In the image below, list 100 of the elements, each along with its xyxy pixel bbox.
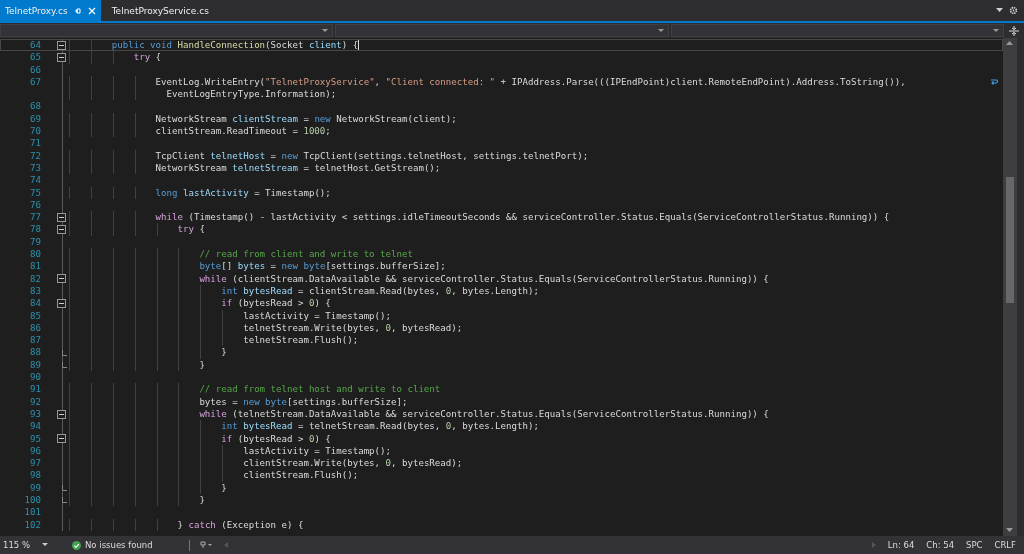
vertical-scrollbar[interactable] — [1003, 38, 1017, 536]
code-line: } — [198, 358, 205, 371]
line-number: 73 — [29, 161, 41, 175]
code-line: if (bytesRead > 0) { — [220, 297, 331, 310]
code-line: int bytesRead = clientStream.Read(bytes, 0, bytes.Length); — [220, 284, 539, 298]
line-number: 96 — [29, 444, 41, 458]
line-number: 102 — [23, 518, 41, 531]
line-number: 69 — [29, 112, 41, 126]
issues-status[interactable]: No issues found — [85, 540, 153, 550]
code-line: // read from telnet host and write to client — [198, 383, 441, 396]
code-line: lastActivity = Timestamp(); — [242, 444, 392, 458]
line-number: 101 — [23, 506, 41, 519]
line-number: 88 — [29, 346, 41, 359]
collapse-icon[interactable] — [57, 409, 66, 419]
code-line: if (bytesRead > 0) { — [220, 432, 331, 445]
code-line: telnetStream.Flush(); — [242, 334, 359, 347]
collapse-icon[interactable] — [57, 298, 66, 308]
file-tab[interactable]: TelnetProxyService.cs — [106, 0, 214, 21]
line-number: 78 — [29, 223, 41, 236]
indentation-indicator[interactable]: SPC — [966, 540, 983, 550]
code-line: int bytesRead = telnetStream.Read(bytes, 0, bytes.Length); — [220, 420, 539, 433]
caret-icon — [42, 543, 48, 547]
code-line: telnetStream.Write(bytes, 0, bytesRead); — [242, 321, 463, 335]
code-line: clientStream.ReadTimeout = 1000; — [154, 125, 331, 138]
line-number: 85 — [29, 309, 41, 322]
line-number: 81 — [29, 260, 41, 273]
line-number: 98 — [29, 469, 41, 482]
line-number: 86 — [29, 321, 41, 335]
line-number: 89 — [29, 358, 41, 371]
line-number: 92 — [29, 395, 41, 408]
code-line: } — [220, 346, 227, 359]
line-number: 65 — [29, 51, 41, 64]
collapse-icon[interactable] — [57, 212, 66, 222]
line-number: 80 — [29, 248, 41, 261]
line-number: 87 — [29, 334, 41, 347]
code-line: try { — [132, 51, 162, 64]
line-number: 76 — [29, 198, 41, 212]
line-number: 75 — [29, 186, 41, 199]
collapse-icon[interactable] — [57, 274, 66, 284]
line-number: 83 — [29, 284, 41, 298]
line-number: 99 — [29, 481, 41, 494]
line-number: 66 — [29, 63, 41, 76]
file-tab[interactable]: TelnetProxy.cs — [0, 0, 101, 21]
line-endings-indicator[interactable]: CRLF — [994, 540, 1016, 550]
code-line: // read from client and write to telnet — [198, 248, 413, 261]
check-icon — [72, 540, 81, 550]
code-line: byte[] bytes = new byte[settings.bufferSize]; — [198, 260, 446, 273]
split-icon[interactable] — [1009, 25, 1019, 36]
line-number: 95 — [29, 432, 41, 445]
code-line: try { — [176, 223, 205, 236]
code-line: clientStream.Flush(); — [242, 469, 359, 482]
line-number: 71 — [29, 137, 41, 150]
code-line: bytes = new byte[settings.bufferSize]; — [198, 395, 408, 408]
line-number: 91 — [29, 383, 41, 396]
settings-icon[interactable] — [1009, 6, 1018, 15]
code-line: while (clientStream.DataAvailable && serviceController.Status.Equals(ServiceControllerStatus.Running)) { — [198, 272, 769, 285]
line-number: 82 — [29, 272, 41, 285]
code-line: EventLog.WriteEntry("TelnetProxyService", "Client connected: " + IPAddress.Parse(((IPEndPoint)client.RemoteEndPoint).Address.ToString()), — [154, 75, 906, 89]
scroll-up-icon[interactable] — [1006, 41, 1013, 45]
collapse-icon[interactable] — [57, 52, 66, 62]
code-line: EventLogEntryType.Information); — [165, 88, 337, 101]
collapse-icon[interactable] — [57, 434, 66, 444]
caret-icon — [322, 28, 329, 33]
line-number: 90 — [29, 371, 41, 384]
code-line: } catch (Exception e) { — [176, 518, 304, 531]
code-line: long lastActivity = Timestamp(); — [154, 186, 331, 199]
code-line: lastActivity = Timestamp(); — [242, 309, 392, 322]
code-line: } — [198, 494, 205, 507]
line-number: 70 — [29, 125, 41, 138]
caret-icon[interactable] — [996, 8, 1003, 13]
line-number: 93 — [29, 407, 41, 421]
line-number: 72 — [29, 149, 41, 162]
code-line: NetworkStream clientStream = new NetworkStream(client); — [154, 112, 457, 126]
scroll-down-icon[interactable] — [1006, 528, 1013, 532]
line-number: 68 — [29, 100, 41, 113]
line-number: 79 — [29, 235, 41, 249]
close-icon[interactable] — [87, 6, 96, 15]
line-number: 100 — [23, 494, 41, 507]
caret-icon — [993, 28, 999, 33]
code-line: TcpClient telnetHost = new TcpClient(settings.telnetHost, settings.telnetPort); — [154, 149, 589, 162]
collapse-icon[interactable] — [57, 40, 66, 50]
line-number: 64 — [29, 39, 41, 52]
code-line: while (Timestamp() - lastActivity < settings.idleTimeoutSeconds && serviceController.Status.Equals(ServiceControllerStatus.Running)) { — [154, 211, 890, 224]
line-number: 97 — [29, 457, 41, 470]
code-line: clientStream.Write(bytes, 0, bytesRead); — [242, 457, 463, 470]
code-line: } — [220, 481, 227, 494]
pin-icon[interactable] — [73, 6, 82, 15]
code-line: while (telnetStream.DataAvailable && serviceController.Status.Equals(ServiceControllerStatus.Running)) { — [198, 407, 769, 421]
column-indicator[interactable]: Ch: 54 — [926, 540, 955, 550]
scroll-thumb[interactable] — [1006, 177, 1014, 303]
caret-icon — [657, 28, 664, 33]
code-line: NetworkStream telnetStream = telnetHost.GetStream(); — [154, 161, 441, 175]
line-number: 77 — [29, 211, 41, 224]
code-line: public void HandleConnection(Socket client) { — [110, 39, 359, 52]
collapse-icon[interactable] — [57, 225, 66, 235]
line-number: 94 — [29, 420, 41, 433]
line-number: 74 — [29, 174, 41, 187]
line-number: 84 — [29, 297, 41, 310]
line-number: 67 — [29, 75, 41, 89]
line-indicator[interactable]: Ln: 64 — [887, 540, 915, 550]
